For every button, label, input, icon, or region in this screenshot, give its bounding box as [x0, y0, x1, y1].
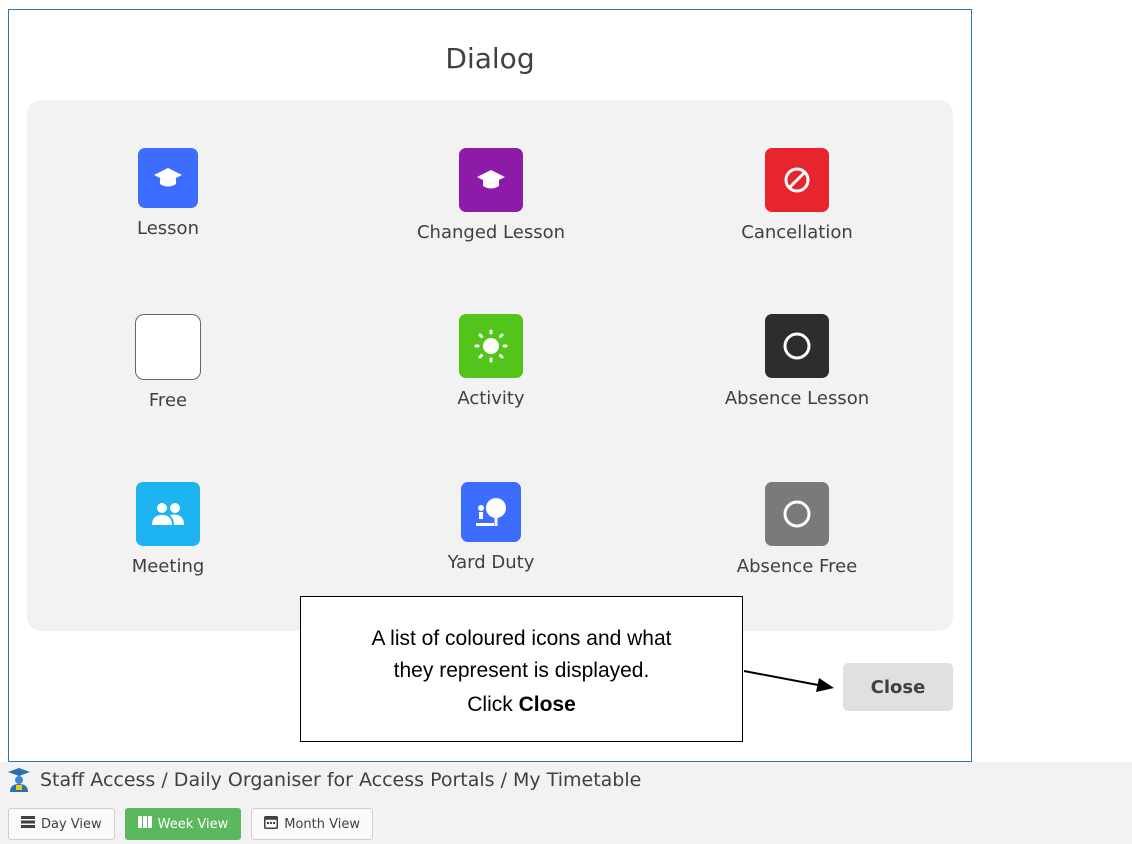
callout-instruction: Click Close — [301, 693, 742, 717]
student-graduate-icon — [8, 768, 30, 792]
breadcrumb-text: Staff Access / Daily Organiser for Acces… — [40, 769, 642, 791]
month-view-label: Month View — [284, 816, 360, 832]
columns-icon — [137, 816, 152, 832]
view-toggle-group: Day View Week View Month View — [8, 808, 373, 840]
callout-line-2: they represent is displayed. — [393, 659, 650, 682]
callout-instruction-target: Close — [518, 693, 576, 716]
callout-text: A list of coloured icons and what they r… — [301, 623, 742, 687]
callout-instruction-prefix: Click — [467, 693, 519, 716]
callout-box: A list of coloured icons and what they r… — [300, 596, 743, 742]
breadcrumb-bar: Staff Access / Daily Organiser for Acces… — [0, 762, 1132, 844]
list-icon — [21, 816, 35, 832]
callout-line-1: A list of coloured icons and what — [371, 627, 672, 650]
month-view-button[interactable]: Month View — [251, 808, 373, 840]
calendar-icon — [264, 815, 279, 833]
week-view-button[interactable]: Week View — [124, 808, 242, 840]
week-view-label: Week View — [157, 816, 229, 832]
breadcrumb: Staff Access / Daily Organiser for Acces… — [8, 768, 641, 792]
day-view-label: Day View — [41, 816, 102, 832]
day-view-button[interactable]: Day View — [8, 808, 115, 840]
